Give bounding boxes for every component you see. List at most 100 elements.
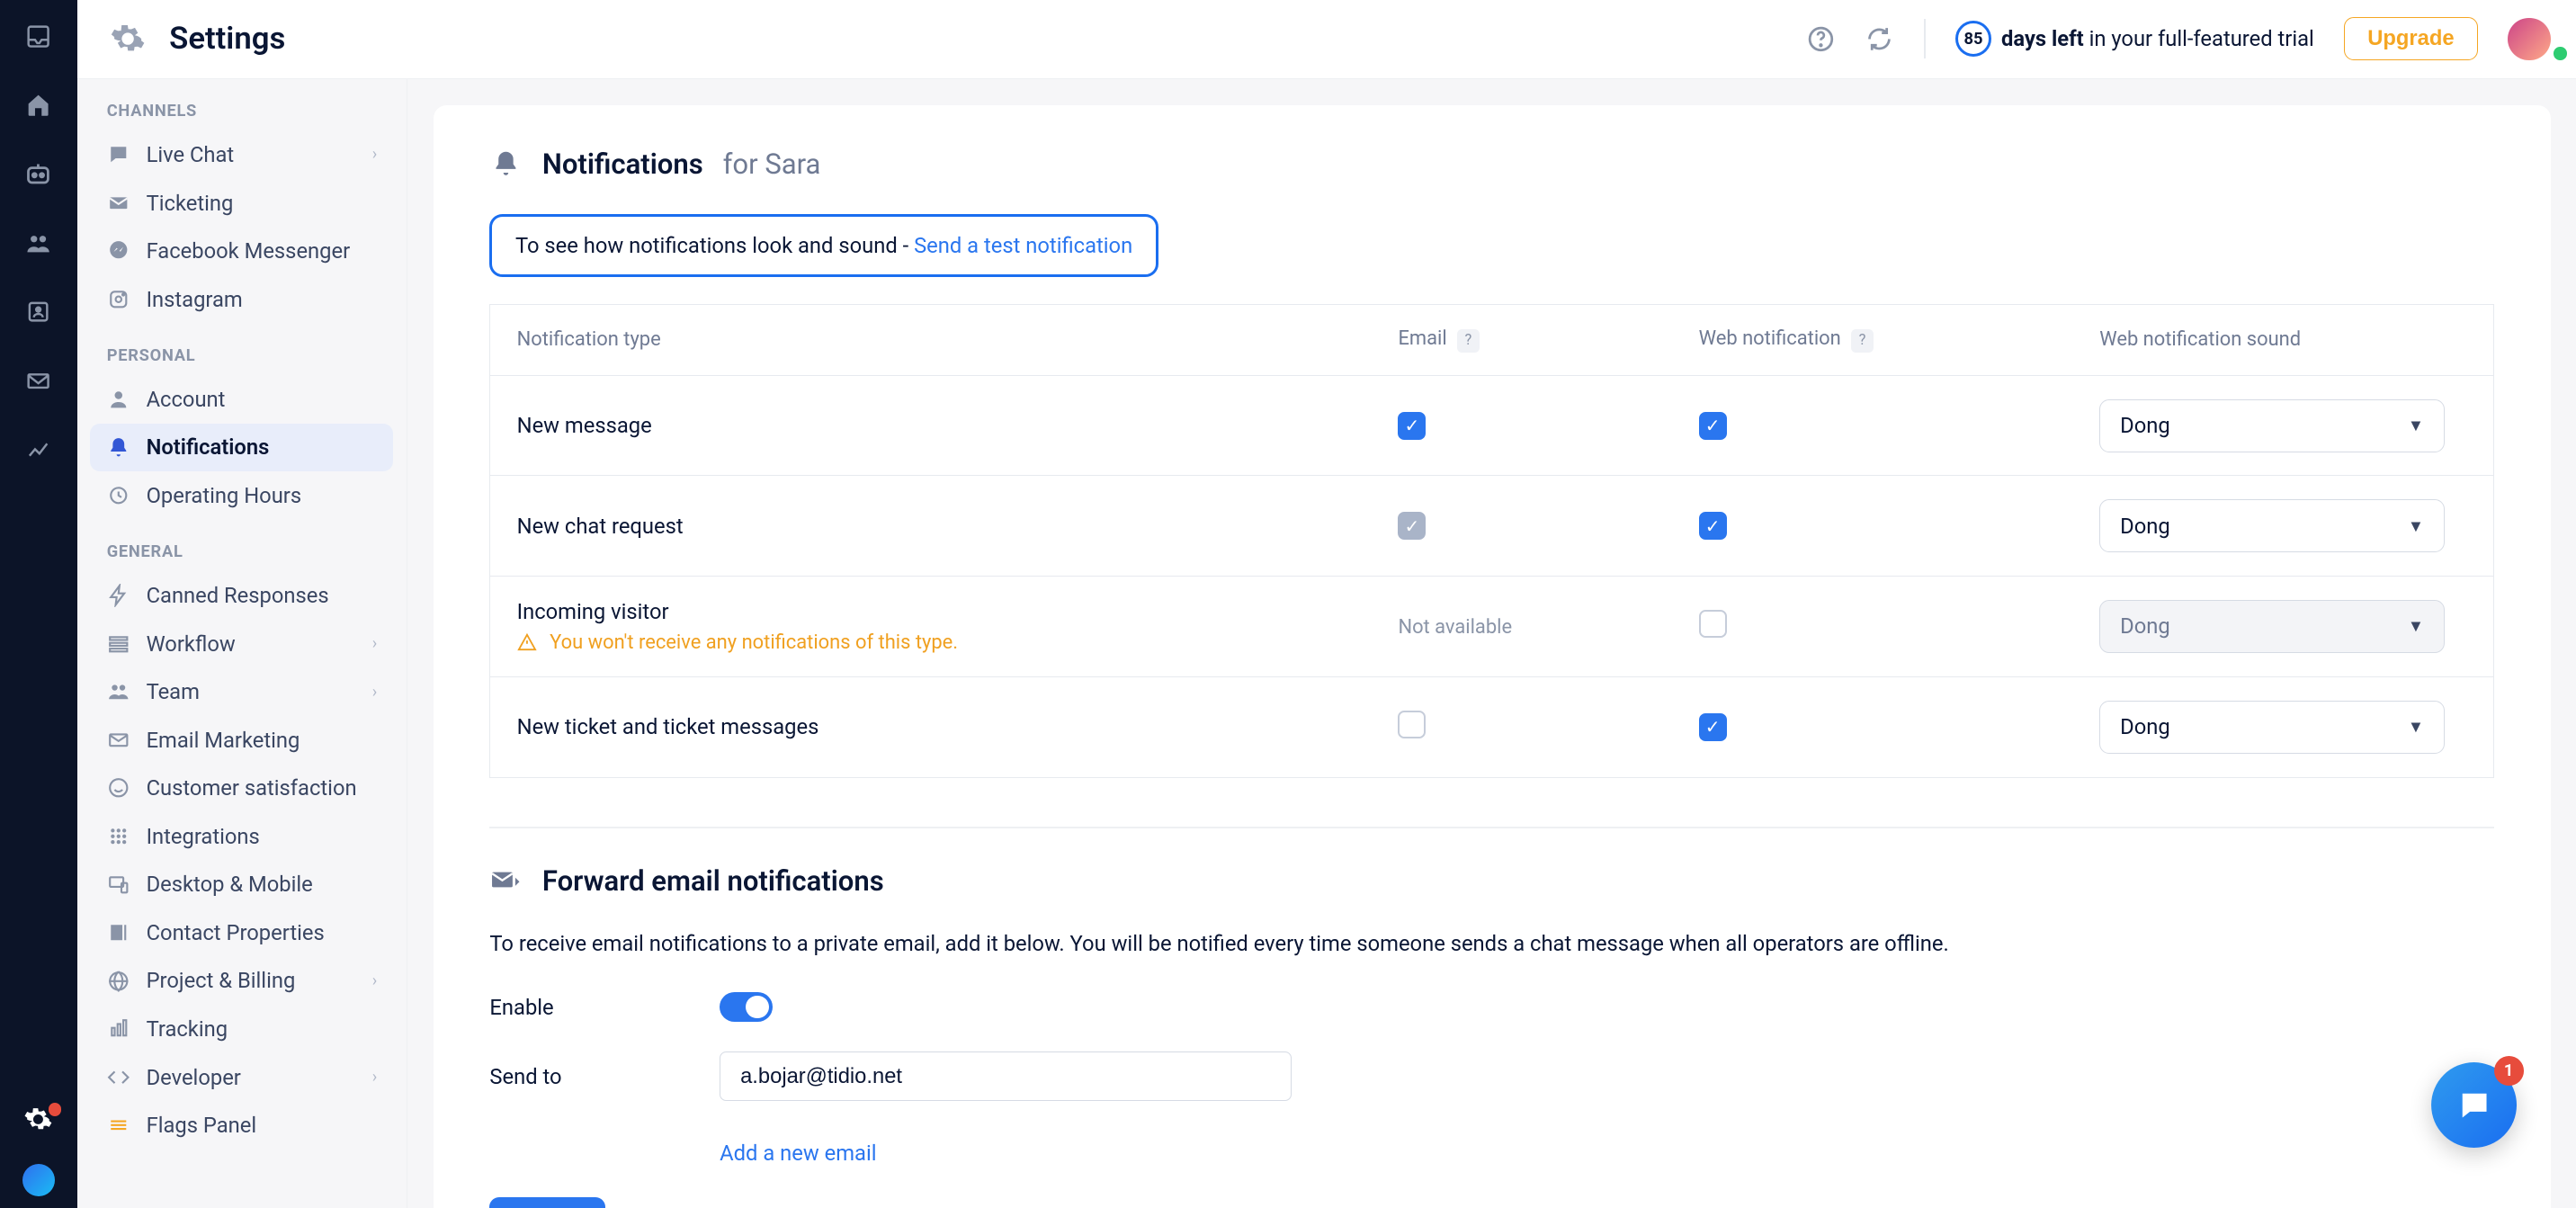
sidebar-item-label: Workflow <box>147 631 236 657</box>
sidebar-item-label: Operating Hours <box>147 483 302 508</box>
sidebar-item-label: Desktop & Mobile <box>147 872 313 897</box>
checkbox[interactable]: ✓ <box>1699 512 1727 540</box>
sidebar-item-instagram[interactable]: Instagram <box>90 275 393 324</box>
sidebar-item-team[interactable]: Team› <box>90 667 393 716</box>
sidebar-icon <box>107 776 130 800</box>
trial-rest: in your full-featured trial <box>2089 26 2314 51</box>
rail-logo-icon[interactable] <box>19 1168 58 1208</box>
sidebar-icon <box>107 436 130 460</box>
sidebar-item-customer-satisfaction[interactable]: Customer satisfaction <box>90 764 393 812</box>
not-available-text: Not available <box>1398 616 1512 639</box>
sidebar-heading: PERSONAL <box>90 323 393 375</box>
sidebar-item-label: Live Chat <box>147 142 235 167</box>
sidebar-item-account[interactable]: Account <box>90 375 393 424</box>
sidebar-item-label: Integrations <box>147 824 260 849</box>
save-button[interactable]: Save <box>489 1197 605 1208</box>
sidebar-icon <box>107 680 130 703</box>
sidebar-item-contact-properties[interactable]: Contact Properties <box>90 908 393 957</box>
chevron-right-icon: › <box>372 1068 378 1087</box>
sidebar-item-label: Flags Panel <box>147 1113 257 1138</box>
sendto-label: Send to <box>489 1064 720 1089</box>
rail-inbox-icon[interactable] <box>19 16 58 56</box>
chat-fab[interactable]: 1 <box>2431 1062 2517 1148</box>
sidebar-item-label: Canned Responses <box>147 583 329 608</box>
col-email: Email? <box>1372 304 1672 375</box>
sidebar-item-tracking[interactable]: Tracking <box>90 1005 393 1053</box>
mail-forward-icon <box>489 865 523 899</box>
sidebar-item-project-billing[interactable]: Project & Billing› <box>90 957 393 1006</box>
rail-bot-icon[interactable] <box>19 155 58 194</box>
sidebar-item-email-marketing[interactable]: Email Marketing <box>90 716 393 765</box>
sidebar-item-live-chat[interactable]: Live Chat › <box>90 130 393 179</box>
add-email-link[interactable]: Add a new email <box>720 1141 876 1166</box>
rail-home-icon[interactable] <box>19 85 58 125</box>
info-text: To see how notifications look and sound … <box>515 233 914 258</box>
sidebar-item-integrations[interactable]: Integrations <box>90 812 393 861</box>
enable-toggle[interactable] <box>720 992 772 1022</box>
sidebar-item-label: Developer <box>147 1065 241 1090</box>
rail-contacts-icon[interactable] <box>19 223 58 263</box>
checkbox[interactable]: ✓ <box>1398 412 1426 440</box>
sidebar-item-facebook-messenger[interactable]: Facebook Messenger <box>90 227 393 275</box>
help-icon[interactable] <box>1806 24 1836 54</box>
checkbox[interactable] <box>1398 711 1426 738</box>
checkbox[interactable] <box>1699 610 1727 638</box>
checkbox: ✓ <box>1398 512 1426 540</box>
upgrade-button[interactable]: Upgrade <box>2344 17 2478 60</box>
sidebar-item-label: Team <box>147 679 200 704</box>
help-icon[interactable]: ? <box>1457 329 1480 353</box>
trial-strong: days left <box>2001 26 2084 51</box>
checkbox[interactable]: ✓ <box>1699 713 1727 741</box>
chevron-right-icon: › <box>372 971 378 990</box>
sound-select[interactable]: Dong▼ <box>2099 499 2445 552</box>
rail-analytics-icon[interactable] <box>19 431 58 470</box>
sendto-input[interactable] <box>720 1051 1292 1102</box>
table-row: Incoming visitorYou won't receive any no… <box>490 576 2494 676</box>
notif-type-label: New message <box>517 413 1346 438</box>
page-title: Settings <box>169 21 285 57</box>
sidebar-item-label: Email Marketing <box>147 728 300 753</box>
sound-select[interactable]: Dong▼ <box>2099 399 2445 452</box>
sidebar-icon <box>107 584 130 607</box>
sidebar-item-canned-responses[interactable]: Canned Responses <box>90 571 393 620</box>
col-type: Notification type <box>490 304 1372 375</box>
chevron-right-icon: › <box>372 634 378 653</box>
sidebar-item-operating-hours[interactable]: Operating Hours <box>90 471 393 520</box>
sidebar-icon <box>107 192 130 215</box>
chevron-right-icon: › <box>372 145 378 164</box>
sidebar-item-label: Instagram <box>147 287 243 312</box>
sidebar-icon <box>107 970 130 993</box>
rail-mail-icon[interactable] <box>19 362 58 401</box>
notif-type-label: New chat request <box>517 514 1346 539</box>
sidebar-icon <box>107 873 130 897</box>
status-dot-online <box>2554 47 2567 60</box>
sidebar-item-notifications[interactable]: Notifications <box>90 424 393 472</box>
sidebar-item-flags-panel[interactable]: Flags Panel <box>90 1101 393 1150</box>
help-icon[interactable]: ? <box>1851 329 1874 353</box>
sidebar-icon <box>107 239 130 263</box>
sidebar-icon <box>107 729 130 752</box>
send-test-link[interactable]: Send a test notification <box>914 233 1132 258</box>
sound-select: Dong▼ <box>2099 600 2445 653</box>
rail-settings-icon[interactable] <box>19 1099 58 1139</box>
rail-card-icon[interactable] <box>19 292 58 332</box>
trial-days-badge: 85 <box>1955 21 1991 57</box>
avatar[interactable] <box>2508 18 2551 61</box>
sound-select[interactable]: Dong▼ <box>2099 701 2445 754</box>
sidebar-item-desktop-mobile[interactable]: Desktop & Mobile <box>90 861 393 909</box>
sidebar-item-workflow[interactable]: Workflow › <box>90 620 393 668</box>
refresh-icon[interactable] <box>1865 24 1894 54</box>
sidebar-item-label: Ticketing <box>147 191 234 216</box>
forward-title: Forward email notifications <box>542 864 884 898</box>
sidebar-icon <box>107 143 130 166</box>
sidebar-item-ticketing[interactable]: Ticketing <box>90 179 393 228</box>
col-web: Web notification? <box>1672 304 2073 375</box>
sidebar-item-label: Notifications <box>147 434 270 460</box>
chat-badge: 1 <box>2494 1056 2524 1086</box>
checkbox[interactable]: ✓ <box>1699 412 1727 440</box>
header: Settings 85 days left in your full-featu… <box>77 0 2576 79</box>
sidebar-item-label: Account <box>147 387 226 412</box>
sidebar-item-label: Facebook Messenger <box>147 238 351 264</box>
notif-type-label: New ticket and ticket messages <box>517 714 1346 739</box>
sidebar-item-developer[interactable]: Developer › <box>90 1053 393 1102</box>
